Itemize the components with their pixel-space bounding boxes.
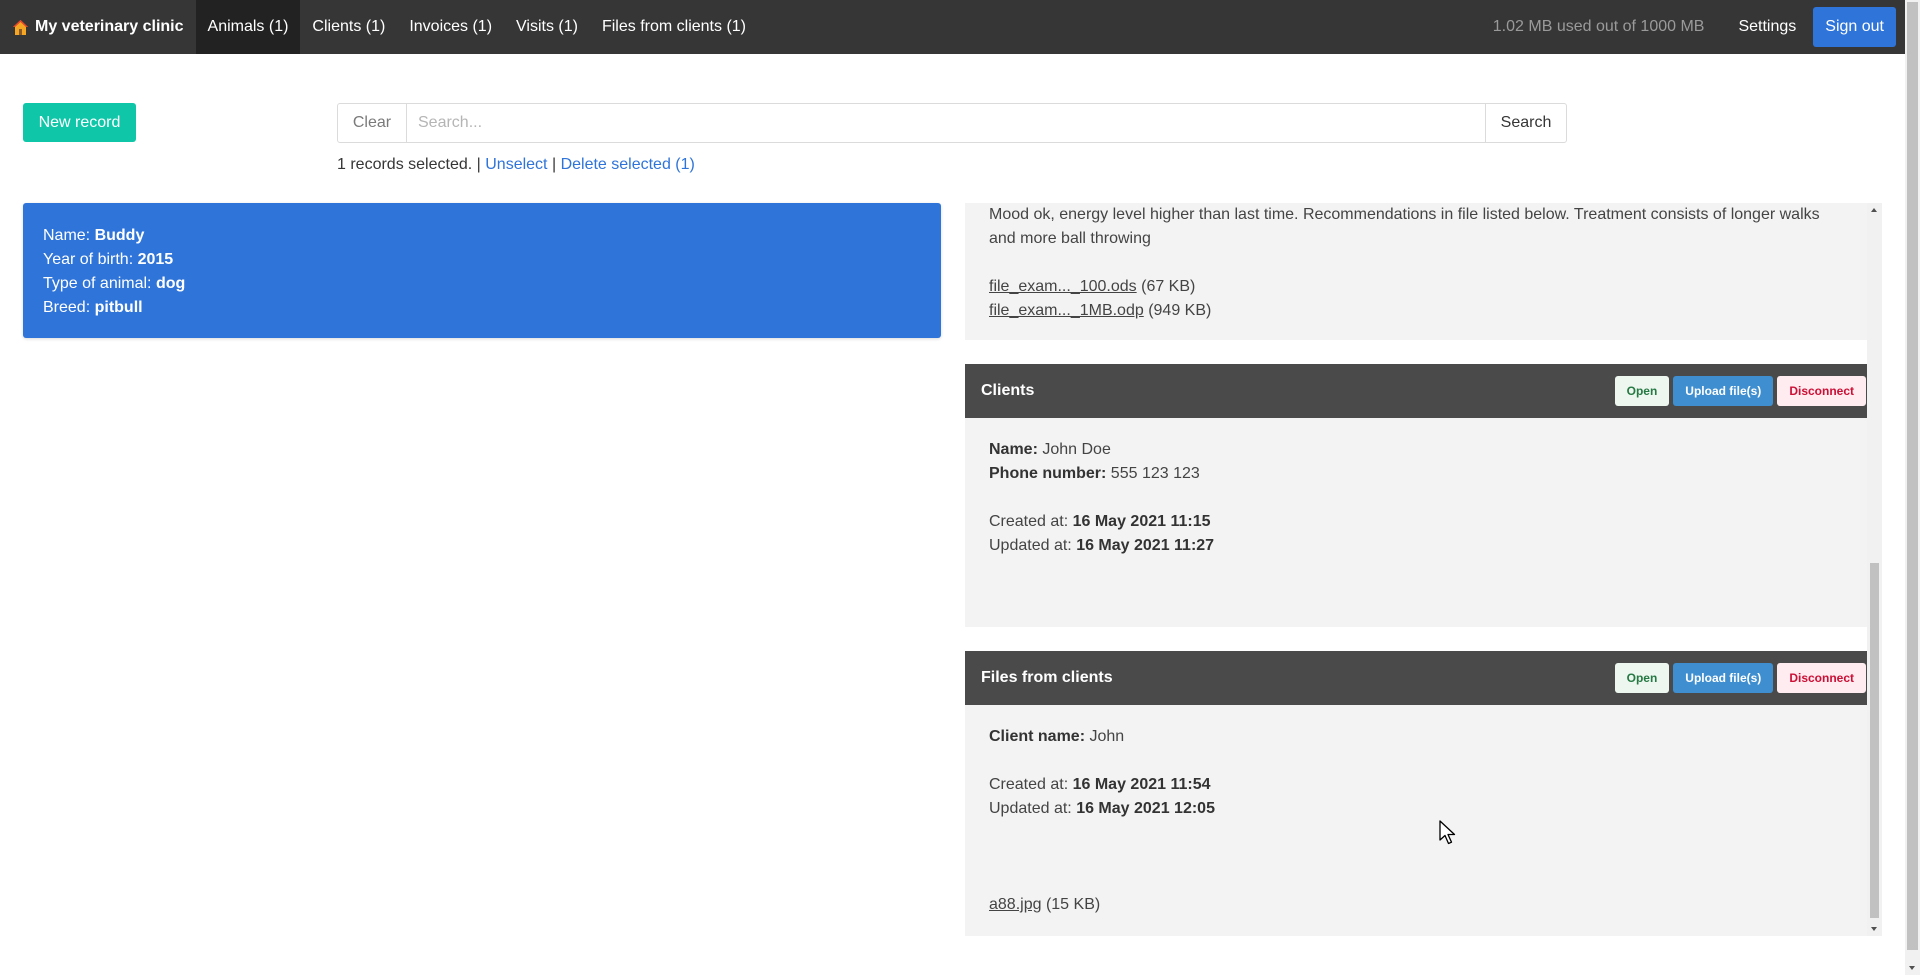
search-bar: Clear Search	[337, 103, 1567, 143]
scroll-down-arrow-icon[interactable]	[1871, 927, 1877, 931]
animal-breed: pitbull	[94, 299, 143, 316]
nav-animals[interactable]: Animals (1)	[195, 0, 301, 54]
selection-count: 1 records selected.	[337, 156, 473, 173]
open-button[interactable]: Open	[1614, 376, 1670, 406]
updated-at-row: Updated at: 16 May 2021 12:05	[989, 797, 1858, 821]
file-link[interactable]: file_exam..._1MB.odp	[989, 302, 1144, 319]
clients-section-header: Clients Open Upload file(s) Disconnect	[965, 364, 1882, 418]
unselect-link[interactable]: Unselect	[485, 156, 547, 173]
field-label: Created at:	[989, 513, 1069, 530]
search-button[interactable]: Search	[1485, 103, 1567, 143]
brand-link[interactable]: My veterinary clinic	[0, 0, 196, 54]
nav-invoices[interactable]: Invoices (1)	[397, 0, 504, 54]
files-from-clients-section-body: Client name: John Created at: 16 May 202…	[965, 705, 1882, 936]
client-name-row: Name: John Doe	[989, 438, 1858, 462]
file-link[interactable]: file_exam..._100.ods	[989, 278, 1137, 295]
visit-section-body: Mood ok, energy level higher than last t…	[965, 203, 1882, 340]
section-title: Clients	[981, 382, 1035, 399]
page-scrollbar[interactable]	[1905, 0, 1920, 975]
storage-usage: 1.02 MB used out of 1000 MB	[1492, 18, 1705, 35]
file-size: (67 KB)	[1141, 278, 1196, 295]
field-label: Updated at:	[989, 800, 1072, 817]
animal-type-row: Type of animal: dog	[43, 272, 921, 296]
settings-link[interactable]: Settings	[1738, 18, 1796, 36]
navbar-right: 1.02 MB used out of 1000 MB Settings Sig…	[1493, 0, 1905, 54]
field-label: Name:	[989, 441, 1038, 458]
animal-breed-row: Breed: pitbull	[43, 296, 921, 320]
separator: |	[551, 156, 557, 173]
created-at-row: Created at: 16 May 2021 11:54	[989, 773, 1858, 797]
disconnect-button[interactable]: Disconnect	[1777, 663, 1866, 693]
animal-name: Buddy	[94, 227, 145, 244]
file-size: (949 KB)	[1148, 302, 1212, 319]
client-phone-row: Phone number: 555 123 123	[989, 462, 1858, 486]
client-name-row: Client name: John	[989, 725, 1858, 749]
clear-button[interactable]: Clear	[337, 103, 407, 143]
updated-at: 16 May 2021 11:27	[1076, 537, 1215, 554]
updated-at: 16 May 2021 12:05	[1076, 800, 1215, 817]
scroll-down-arrow-icon[interactable]	[1909, 966, 1915, 970]
field-label: Phone number:	[989, 465, 1107, 482]
selection-bar: 1 records selected. | Unselect | Delete …	[337, 156, 695, 174]
open-button[interactable]: Open	[1614, 663, 1670, 693]
animal-year-row: Year of birth: 2015	[43, 248, 921, 272]
scroll-up-arrow-icon[interactable]	[1871, 208, 1877, 212]
upload-files-button[interactable]: Upload file(s)	[1673, 376, 1774, 406]
home-icon	[12, 19, 29, 36]
field-label: Name:	[43, 227, 91, 244]
created-at: 16 May 2021 11:54	[1072, 776, 1211, 793]
client-name: John Doe	[1042, 441, 1111, 458]
disconnect-button[interactable]: Disconnect	[1777, 376, 1866, 406]
created-at-row: Created at: 16 May 2021 11:15	[989, 510, 1858, 534]
animal-year: 2015	[137, 251, 174, 268]
delete-selected-link[interactable]: Delete selected (1)	[561, 156, 695, 173]
section-actions: Open Upload file(s) Disconnect	[1614, 663, 1866, 693]
file-item: file_exam..._100.ods (67 KB)	[989, 275, 1858, 299]
nav-visits[interactable]: Visits (1)	[504, 0, 590, 54]
field-label: Updated at:	[989, 537, 1072, 554]
scrollbar-thumb[interactable]	[1870, 563, 1879, 918]
scrollbar-thumb[interactable]	[1907, 2, 1918, 950]
created-at: 16 May 2021 11:15	[1072, 513, 1211, 530]
field-label: Breed:	[43, 299, 91, 316]
sign-out-button[interactable]: Sign out	[1813, 7, 1896, 47]
client-phone: 555 123 123	[1110, 465, 1200, 482]
related-records-panel: Mood ok, energy level higher than last t…	[965, 203, 1882, 936]
panel-scrollbar[interactable]	[1867, 203, 1882, 936]
animal-record-card[interactable]: Name: Buddy Year of birth: 2015 Type of …	[23, 203, 941, 338]
file-size: (15 KB)	[1045, 896, 1101, 913]
file-item: file_exam..._1MB.odp (949 KB)	[989, 299, 1858, 323]
animal-name-row: Name: Buddy	[43, 224, 921, 248]
clients-section-body: Name: John Doe Phone number: 555 123 123…	[965, 418, 1882, 627]
new-record-button[interactable]: New record	[23, 103, 136, 142]
nav-files-from-clients[interactable]: Files from clients (1)	[590, 0, 758, 54]
client-name: John	[1089, 728, 1125, 745]
section-title: Files from clients	[981, 669, 1113, 686]
field-label: Type of animal:	[43, 275, 152, 292]
updated-at-row: Updated at: 16 May 2021 11:27	[989, 534, 1858, 558]
field-label: Created at:	[989, 776, 1069, 793]
search-input[interactable]	[407, 103, 1485, 143]
brand-label: My veterinary clinic	[35, 18, 184, 35]
visit-notes: Mood ok, energy level higher than last t…	[989, 206, 1820, 247]
animal-type: dog	[155, 275, 186, 292]
section-actions: Open Upload file(s) Disconnect	[1614, 376, 1866, 406]
file-link[interactable]: a88.jpg	[989, 896, 1042, 913]
mouse-cursor-icon	[1439, 820, 1457, 851]
separator: |	[476, 156, 481, 173]
file-item: a88.jpg (15 KB)	[989, 893, 1858, 917]
files-from-clients-section-header: Files from clients Open Upload file(s) D…	[965, 651, 1882, 705]
field-label: Year of birth:	[43, 251, 134, 268]
nav-clients[interactable]: Clients (1)	[300, 0, 397, 54]
upload-files-button[interactable]: Upload file(s)	[1673, 663, 1774, 693]
field-label: Client name:	[989, 728, 1086, 745]
top-navbar: My veterinary clinic Animals (1) Clients…	[0, 0, 1905, 54]
